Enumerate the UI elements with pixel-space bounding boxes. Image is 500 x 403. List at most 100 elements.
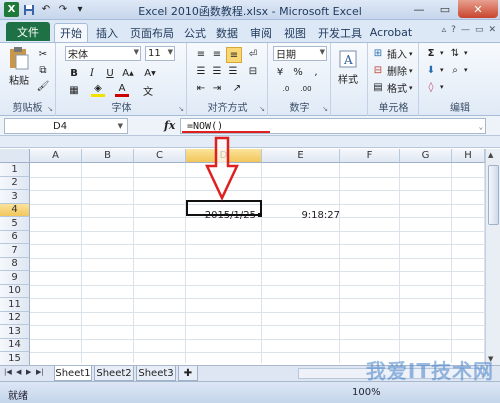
align-middle-button[interactable]: ≡ <box>210 47 224 61</box>
bold-button[interactable]: B <box>67 66 81 80</box>
row-header-1[interactable]: 1 <box>0 163 30 177</box>
row-header-2[interactable]: 2 <box>0 176 30 190</box>
row-header-12[interactable]: 12 <box>0 311 30 325</box>
doc-restore-icon[interactable]: ▭ <box>475 25 484 35</box>
expand-formula-icon[interactable]: ⌄ <box>479 123 483 131</box>
tab-data[interactable]: 数据 <box>212 23 242 42</box>
close-button[interactable]: ✕ <box>458 0 498 18</box>
row-header-8[interactable]: 8 <box>0 257 30 271</box>
column-header-b[interactable]: B <box>82 149 134 163</box>
font-name-combo[interactable]: 宋体 ▼ <box>65 46 141 61</box>
insert-function-icon[interactable]: fx <box>164 119 175 132</box>
fill-handle[interactable] <box>258 213 262 217</box>
paste-button[interactable]: 粘贴 <box>8 46 30 87</box>
increase-indent-button[interactable]: ⇥ <box>210 81 224 95</box>
first-sheet-icon[interactable]: |◀ <box>4 368 12 376</box>
sheet-tab-sheet1[interactable]: Sheet1 <box>54 366 92 381</box>
align-center-button[interactable]: ☰ <box>210 64 224 78</box>
column-header-c[interactable]: C <box>134 149 186 163</box>
tab-acrobat[interactable]: Acrobat <box>368 23 414 42</box>
sheet-tab-sheet2[interactable]: Sheet2 <box>94 366 134 381</box>
scroll-up-icon[interactable]: ▲ <box>488 151 493 159</box>
styles-button[interactable]: A 样式 <box>338 49 358 86</box>
tab-formulas[interactable]: 公式 <box>180 23 210 42</box>
font-color-button[interactable]: A <box>115 83 129 97</box>
last-sheet-icon[interactable]: ▶| <box>36 368 44 376</box>
merge-center-button[interactable]: ⊟ <box>246 64 260 78</box>
autosum-button[interactable]: Σ ▾ <box>424 46 444 60</box>
delete-cells-button[interactable]: ⊟ 删除 ▾ <box>371 63 413 78</box>
increase-font-button[interactable]: A ▲ <box>121 66 135 80</box>
tab-review[interactable]: 审阅 <box>246 23 276 42</box>
wrap-text-button[interactable]: ⏎ <box>246 47 260 61</box>
minimize-button[interactable]: — <box>406 0 432 18</box>
borders-button[interactable]: ▦ <box>67 83 81 97</box>
worksheet-grid[interactable] <box>0 136 500 365</box>
select-all-corner[interactable] <box>0 149 30 163</box>
font-launcher-icon[interactable]: ↘ <box>178 105 184 113</box>
number-format-combo[interactable]: 日期 ▼ <box>273 46 327 61</box>
italic-button[interactable]: I <box>85 66 99 80</box>
format-painter-button[interactable]: 🖌 <box>36 79 50 93</box>
row-header-7[interactable]: 7 <box>0 244 30 258</box>
alignment-launcher-icon[interactable]: ↘ <box>259 105 265 113</box>
row-header-6[interactable]: 6 <box>0 230 30 244</box>
row-header-15[interactable]: 15 <box>0 352 30 366</box>
column-header-h[interactable]: H <box>452 149 485 163</box>
font-size-combo[interactable]: 11 ▼ <box>145 46 175 61</box>
underline-button[interactable]: U <box>103 66 117 80</box>
row-header-13[interactable]: 13 <box>0 325 30 339</box>
align-top-button[interactable]: ≡ <box>194 47 208 61</box>
doc-close-icon[interactable]: ✕ <box>488 25 496 35</box>
prev-sheet-icon[interactable]: ◀ <box>16 368 21 376</box>
doc-minimize-icon[interactable]: — <box>461 25 470 35</box>
clipboard-launcher-icon[interactable]: ↘ <box>47 105 53 113</box>
number-launcher-icon[interactable]: ↘ <box>322 105 328 113</box>
fill-color-button[interactable]: ◈ <box>91 83 105 97</box>
minimize-ribbon-icon[interactable]: ▵ <box>442 25 447 35</box>
vertical-scrollbar[interactable]: ▲ ▼ <box>485 149 500 365</box>
column-header-a[interactable]: A <box>30 149 82 163</box>
row-header-3[interactable]: 3 <box>0 190 30 204</box>
clear-button[interactable]: ◊ ▾ <box>424 80 444 94</box>
row-header-11[interactable]: 11 <box>0 298 30 312</box>
vertical-scroll-thumb[interactable] <box>488 165 499 225</box>
comma-button[interactable]: , <box>309 65 323 79</box>
tab-page-layout[interactable]: 页面布局 <box>126 23 178 42</box>
zoom-level[interactable]: 100% <box>352 387 381 398</box>
sheet-tab-sheet3[interactable]: Sheet3 <box>136 366 176 381</box>
column-header-f[interactable]: F <box>340 149 400 163</box>
insert-cells-button[interactable]: ⊞ 插入 ▾ <box>371 46 413 61</box>
column-header-e[interactable]: E <box>262 149 340 163</box>
insert-sheet-button[interactable]: ✚ <box>178 366 198 381</box>
tab-developer[interactable]: 开发工具 <box>314 23 366 42</box>
increase-decimal-button[interactable]: .0 <box>279 82 293 96</box>
name-box[interactable]: D4 ▼ <box>4 118 128 134</box>
cut-button[interactable]: ✂ <box>36 47 50 61</box>
next-sheet-icon[interactable]: ▶ <box>26 368 31 376</box>
tab-home[interactable]: 开始 <box>54 23 88 42</box>
column-header-g[interactable]: G <box>400 149 452 163</box>
cell-e4[interactable]: 9:18:27 <box>262 208 342 223</box>
tab-view[interactable]: 视图 <box>280 23 310 42</box>
fill-button[interactable]: ⬇ ▾ <box>424 63 444 77</box>
row-header-5[interactable]: 5 <box>0 217 30 231</box>
row-header-14[interactable]: 14 <box>0 338 30 352</box>
align-right-button[interactable]: ☰ <box>226 64 240 78</box>
row-header-4[interactable]: 4 <box>0 203 30 217</box>
decrease-indent-button[interactable]: ⇤ <box>194 81 208 95</box>
decrease-decimal-button[interactable]: .00 <box>299 82 313 96</box>
align-bottom-button[interactable]: ≡ <box>226 47 242 63</box>
maximize-button[interactable]: ▭ <box>432 0 458 18</box>
orientation-button[interactable]: ↗ <box>230 81 244 95</box>
row-header-10[interactable]: 10 <box>0 284 30 298</box>
row-header-9[interactable]: 9 <box>0 271 30 285</box>
phonetic-button[interactable]: 文 <box>141 83 155 98</box>
help-icon[interactable]: ? <box>451 25 456 35</box>
decrease-font-button[interactable]: A ▼ <box>143 66 157 80</box>
tab-file[interactable]: 文件 <box>6 22 50 41</box>
percent-button[interactable]: % <box>291 65 305 79</box>
tab-insert[interactable]: 插入 <box>90 23 124 42</box>
find-select-button[interactable]: ⌕ ▾ <box>448 63 467 77</box>
sort-filter-button[interactable]: ⇅ ▾ <box>448 46 468 60</box>
